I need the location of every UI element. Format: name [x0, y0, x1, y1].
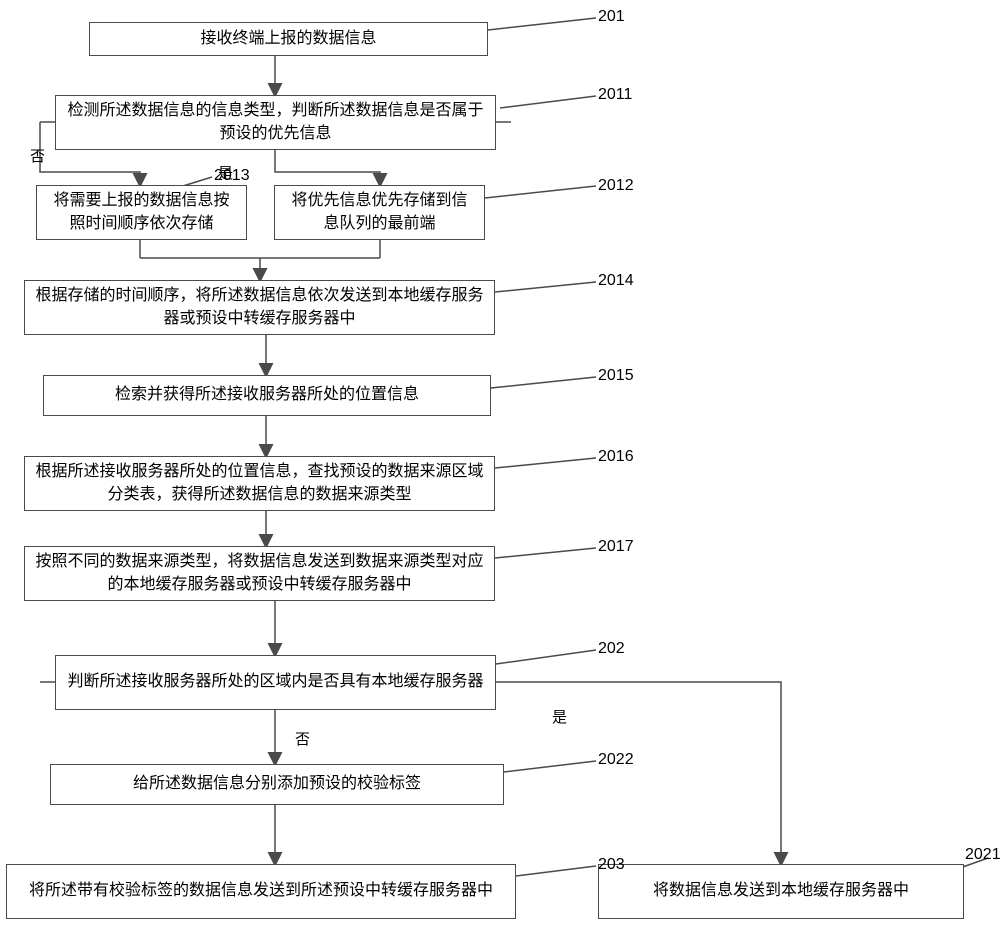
step-text: 按照不同的数据来源类型，将数据信息发送到数据来源类型对应的本地缓存服务器或预设中…: [35, 551, 484, 596]
step-2022: 给所述数据信息分别添加预设的校验标签: [50, 764, 504, 805]
step-text: 将优先信息优先存储到信息队列的最前端: [285, 190, 474, 235]
edge-yes: 是: [218, 162, 233, 183]
step-text: 检测所述数据信息的信息类型，判断所述数据信息是否属于预设的优先信息: [66, 100, 485, 145]
step-201: 接收终端上报的数据信息: [89, 22, 488, 56]
step-text: 将数据信息发送到本地缓存服务器中: [653, 880, 909, 902]
step-2011: 检测所述数据信息的信息类型，判断所述数据信息是否属于预设的优先信息: [55, 95, 496, 150]
tag-2012: 2012: [598, 177, 634, 195]
step-2012: 将优先信息优先存储到信息队列的最前端: [274, 185, 485, 240]
step-2021: 将数据信息发送到本地缓存服务器中: [598, 864, 964, 919]
flowchart: 接收终端上报的数据信息 检测所述数据信息的信息类型，判断所述数据信息是否属于预设…: [0, 0, 1000, 938]
step-2016: 根据所述接收服务器所处的位置信息，查找预设的数据来源区域分类表，获得所述数据信息…: [24, 456, 495, 511]
tag-2021: 2021: [965, 846, 1000, 864]
tag-2017: 2017: [598, 538, 634, 556]
step-2013: 将需要上报的数据信息按照时间顺序依次存储: [36, 185, 247, 240]
step-203: 将所述带有校验标签的数据信息发送到所述预设中转缓存服务器中: [6, 864, 516, 919]
tag-2016: 2016: [598, 448, 634, 466]
tag-2015: 2015: [598, 367, 634, 385]
edge-no2: 否: [295, 728, 310, 749]
edge-yes2: 是: [552, 706, 567, 727]
step-text: 检索并获得所述接收服务器所处的位置信息: [115, 384, 419, 406]
step-text: 根据存储的时间顺序，将所述数据信息依次发送到本地缓存服务器或预设中转缓存服务器中: [35, 285, 484, 330]
step-2015: 检索并获得所述接收服务器所处的位置信息: [43, 375, 491, 416]
tag-203: 203: [598, 856, 625, 874]
tag-201: 201: [598, 8, 625, 26]
tag-2014: 2014: [598, 272, 634, 290]
step-2014: 根据存储的时间顺序，将所述数据信息依次发送到本地缓存服务器或预设中转缓存服务器中: [24, 280, 495, 335]
step-202: 判断所述接收服务器所处的区域内是否具有本地缓存服务器: [55, 655, 496, 710]
step-text: 接收终端上报的数据信息: [200, 28, 376, 50]
step-text: 根据所述接收服务器所处的位置信息，查找预设的数据来源区域分类表，获得所述数据信息…: [35, 461, 484, 506]
step-text: 给所述数据信息分别添加预设的校验标签: [133, 773, 421, 795]
edge-no: 否: [30, 145, 45, 166]
tag-2011: 2011: [598, 86, 632, 104]
step-text: 判断所述接收服务器所处的区域内是否具有本地缓存服务器: [67, 671, 483, 693]
tag-202: 202: [598, 640, 625, 658]
step-text: 将需要上报的数据信息按照时间顺序依次存储: [47, 190, 236, 235]
tag-2022: 2022: [598, 751, 634, 769]
step-text: 将所述带有校验标签的数据信息发送到所述预设中转缓存服务器中: [29, 880, 493, 902]
step-2017: 按照不同的数据来源类型，将数据信息发送到数据来源类型对应的本地缓存服务器或预设中…: [24, 546, 495, 601]
